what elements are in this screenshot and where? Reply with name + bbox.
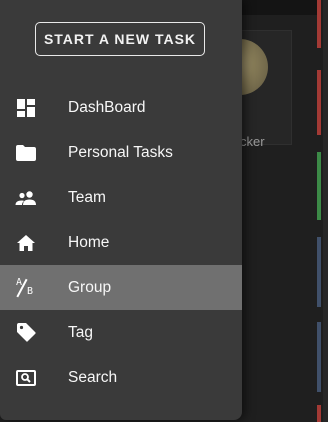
menu-item-search[interactable]: Search [0,355,242,400]
tag-icon [15,322,37,344]
folder-icon [15,142,37,164]
menu-item-home[interactable]: Home [0,220,242,265]
background-member-card[interactable]: cker [212,30,292,149]
navigation-drawer: START A NEW TASK DashBoard Personal Task… [0,0,242,420]
menu-item-label: DashBoard [68,98,146,116]
member-name: cker [240,134,265,149]
menu-item-team[interactable]: Team [0,175,242,220]
menu-item-tag[interactable]: Tag [0,310,242,355]
menu-item-label: Personal Tasks [68,143,173,161]
column-bar-green [317,152,321,220]
column-bar-blue [317,237,321,307]
column-bar-red [317,70,321,135]
people-icon [15,187,37,209]
drawer-menu: DashBoard Personal Tasks Team Home AB Gr… [0,85,242,400]
menu-item-label: Group [68,278,112,296]
menu-item-personal-tasks[interactable]: Personal Tasks [0,130,242,175]
column-bar-blue [317,322,321,392]
a-b-icon: AB [16,276,34,297]
menu-item-label: Search [68,368,118,386]
background-topbar [242,0,318,15]
menu-item-label: Team [68,188,106,206]
menu-item-group[interactable]: AB Group [0,265,242,310]
column-bar-red [317,0,321,48]
menu-item-label: Tag [68,323,93,341]
start-new-task-button[interactable]: START A NEW TASK [35,22,205,56]
home-icon [15,232,37,254]
menu-item-label: Home [68,233,110,251]
dashboard-icon [15,97,37,119]
menu-item-dashboard[interactable]: DashBoard [0,85,242,130]
search-icon [15,367,37,389]
background-scrollbar[interactable] [323,0,328,422]
column-bar-red [317,405,321,422]
